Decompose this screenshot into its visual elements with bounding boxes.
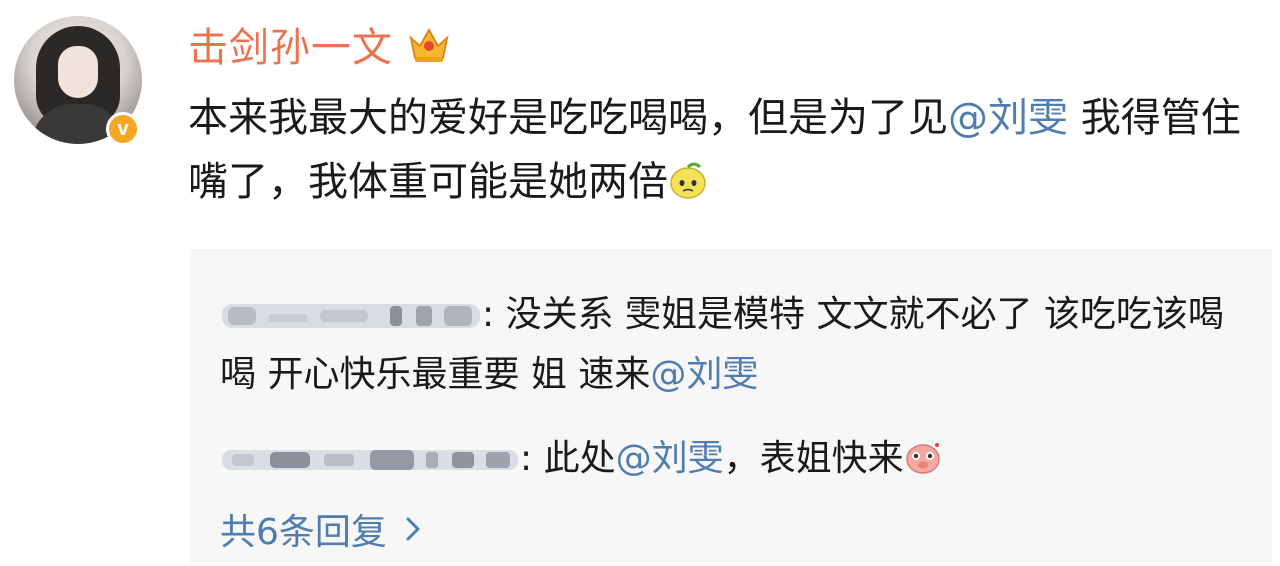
reply-text: : 此处: [520, 438, 616, 479]
more-replies-label: 共6条回复: [220, 512, 387, 553]
blurred-username: [222, 304, 480, 328]
crown-icon: [409, 27, 449, 62]
replies-panel: : 没关系 雯姐是模特 文文就不必了 该吃吃该喝喝 开心快乐最重要 姐 速来@刘…: [190, 250, 1272, 563]
mention-link[interactable]: @刘雯: [616, 438, 724, 479]
blurred-username: [222, 450, 518, 470]
mention-link[interactable]: @刘雯: [948, 95, 1068, 141]
pig-face-icon: [905, 443, 940, 474]
mention-link[interactable]: @刘雯: [650, 354, 758, 395]
reply-item: : 没关系 雯姐是模特 文文就不必了 该吃吃该喝喝 开心快乐最重要 姐 速来@刘…: [220, 285, 1240, 405]
lemon-face-icon: [670, 162, 706, 199]
post-body: 本来我最大的爱好是吃吃喝喝，但是为了见@刘雯 我得管住嘴了，我体重可能是她两倍: [188, 86, 1268, 214]
username-link[interactable]: 击剑孙一文: [188, 15, 393, 73]
post-header: 击剑孙一文: [188, 14, 451, 74]
post-text-part: 本来我最大的爱好是吃吃喝喝，但是为了见: [188, 95, 948, 141]
verified-badge-icon: v: [106, 112, 140, 146]
user-avatar[interactable]: v: [14, 16, 142, 146]
chevron-right-icon: [406, 517, 420, 541]
reply-item: : 此处@刘雯，表姐快来: [220, 429, 1240, 489]
more-replies-link[interactable]: 共6条回复: [220, 503, 421, 555]
reply-text: ，表姐快来: [723, 438, 904, 479]
